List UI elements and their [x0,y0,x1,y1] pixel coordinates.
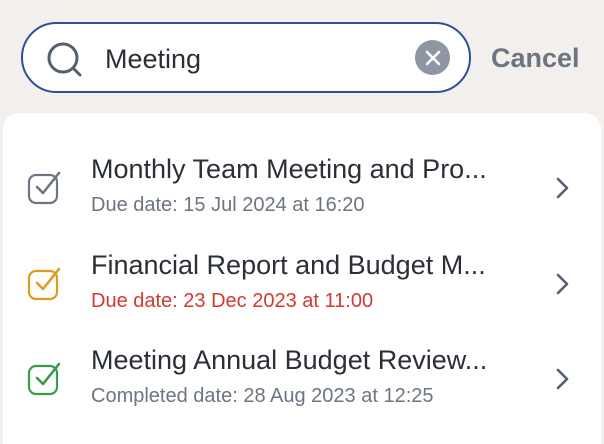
chevron-right-icon [556,177,569,199]
task-title: Financial Report and Budget M... [91,250,486,280]
cancel-button[interactable]: Cancel [491,43,580,73]
results-list: Monthly Team Meeting and Pro... Due date… [3,113,601,444]
chevron-right-icon [556,368,569,390]
list-item[interactable]: Monthly Team Meeting and Pro... Due date… [3,143,601,233]
task-check-icon [27,267,61,301]
clear-search-button[interactable] [415,40,450,75]
task-check-icon [27,171,61,205]
list-item[interactable]: Financial Report and Budget M... Due dat… [3,239,601,329]
chevron-right-icon [556,273,569,295]
list-item[interactable]: Meeting Annual Budget Review... Complete… [3,334,601,424]
clear-icon [425,50,440,65]
task-title: Meeting Annual Budget Review... [91,345,488,375]
search-icon [47,42,82,77]
task-title: Monthly Team Meeting and Pro... [91,154,487,184]
search-input[interactable]: Meeting [105,44,201,74]
search-bar[interactable]: Meeting [21,22,471,93]
task-date: Due date: 15 Jul 2024 at 16:20 [91,194,365,216]
task-check-icon [27,362,61,396]
task-date: Completed date: 28 Aug 2023 at 12:25 [91,385,434,407]
task-date: Due date: 23 Dec 2023 at 11:00 [91,290,374,312]
